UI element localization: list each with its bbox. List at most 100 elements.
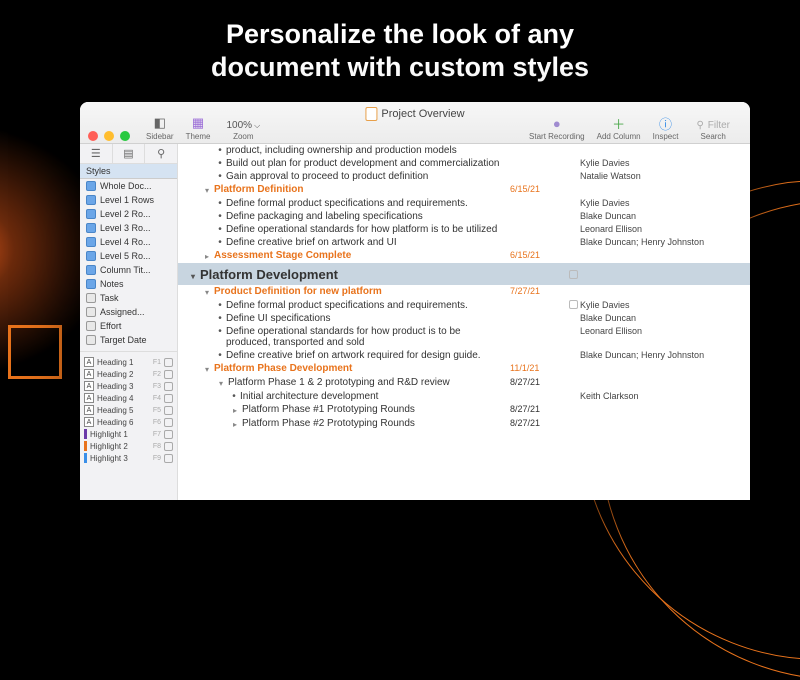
- disclosure-triangle[interactable]: [200, 363, 214, 375]
- heading-style[interactable]: AHeading 3F3: [80, 380, 177, 392]
- outline-row[interactable]: Define formal product specifications and…: [178, 197, 750, 210]
- style-level-item[interactable]: Whole Doc...: [80, 179, 177, 193]
- heading-style[interactable]: AHeading 6F6: [80, 416, 177, 428]
- outline-row[interactable]: Assessment Stage Complete6/15/21: [178, 249, 750, 263]
- row-text: Gain approval to proceed to product defi…: [226, 171, 510, 182]
- outline-row[interactable]: Define creative brief on artwork and UI B…: [178, 236, 750, 249]
- row-text: Build out plan for product development a…: [226, 158, 510, 169]
- search-field[interactable]: ⚲Filter Search: [684, 120, 742, 141]
- style-level-item[interactable]: Level 2 Ro...: [80, 207, 177, 221]
- disclosure-triangle[interactable]: [200, 286, 214, 298]
- bullet: [214, 224, 226, 235]
- outline-row[interactable]: Platform Phase 1 & 2 prototyping and R&D…: [178, 376, 750, 390]
- row-assignee: Blake Duncan; Henry Johnston: [580, 350, 750, 360]
- row-text: Platform Definition: [214, 184, 510, 195]
- theme-icon: ▦: [189, 115, 207, 131]
- outline-content[interactable]: product, including ownership and product…: [178, 144, 750, 500]
- style-column-item[interactable]: Assigned...: [80, 305, 177, 319]
- theme-button[interactable]: ▦ Theme: [180, 115, 217, 141]
- sidebar-tab-outline[interactable]: ☰: [80, 144, 113, 163]
- row-assignee: Kylie Davies: [580, 300, 750, 310]
- sidebar-tab-search[interactable]: ⚲: [145, 144, 177, 163]
- outline-row[interactable]: Define operational standards for how pla…: [178, 223, 750, 236]
- bullet: [214, 211, 226, 222]
- disclosure-triangle[interactable]: [214, 377, 228, 389]
- outline-row[interactable]: Platform Phase #2 Prototyping Rounds8/27…: [178, 417, 750, 431]
- minimize-button[interactable]: [104, 131, 114, 141]
- style-level-item[interactable]: Column Tit...: [80, 263, 177, 277]
- row-text: Define operational standards for how pro…: [226, 326, 510, 348]
- row-assignee: Leonard Ellison: [580, 224, 750, 234]
- sidebar-toggle[interactable]: ◧ Sidebar: [140, 115, 180, 141]
- close-button[interactable]: [88, 131, 98, 141]
- outline-row[interactable]: Define operational standards for how pro…: [178, 325, 750, 349]
- outline-row[interactable]: Define UI specifications Blake Duncan: [178, 312, 750, 325]
- row-text: Assessment Stage Complete: [214, 250, 510, 261]
- disclosure-triangle[interactable]: [200, 184, 214, 196]
- row-text: Define UI specifications: [226, 313, 510, 324]
- outline-row[interactable]: Define creative brief on artwork require…: [178, 349, 750, 362]
- row-assignee: Keith Clarkson: [580, 391, 750, 401]
- heading-style[interactable]: AHeading 5F5: [80, 404, 177, 416]
- row-assignee: Blake Duncan: [580, 211, 750, 221]
- style-column-item[interactable]: Task: [80, 291, 177, 305]
- sidebar-tab-styles[interactable]: ▤: [113, 144, 146, 163]
- bullet: [214, 198, 226, 209]
- row-text: Define creative brief on artwork and UI: [226, 237, 510, 248]
- disclosure-triangle[interactable]: [228, 404, 242, 416]
- outline-row[interactable]: Gain approval to proceed to product defi…: [178, 170, 750, 183]
- style-level-item[interactable]: Level 4 Ro...: [80, 235, 177, 249]
- disclosure-triangle[interactable]: [228, 418, 242, 430]
- bullet: [214, 145, 226, 156]
- style-column-item[interactable]: Notes: [80, 277, 177, 291]
- start-recording-button[interactable]: ● Start Recording: [523, 115, 591, 141]
- highlight-style[interactable]: Highlight 3F9: [80, 452, 177, 464]
- outline-row[interactable]: Define formal product specifications and…: [178, 299, 750, 312]
- bullet: [228, 391, 240, 402]
- heading-style[interactable]: AHeading 1F1: [80, 356, 177, 368]
- outline-row[interactable]: Platform Phase Development11/1/21: [178, 362, 750, 376]
- disclosure-triangle[interactable]: [186, 266, 200, 282]
- column-swatch: [86, 335, 96, 345]
- row-date: 8/27/21: [510, 377, 566, 387]
- row-text: Product Definition for new platform: [214, 286, 510, 297]
- highlight-style[interactable]: Highlight 1F7: [80, 428, 177, 440]
- titlebar: ◧ Sidebar ▦ Theme 100% Zoom ● Start Reco…: [80, 102, 750, 144]
- disclosure-triangle[interactable]: [200, 250, 214, 262]
- row-date: 7/27/21: [510, 286, 566, 296]
- maximize-button[interactable]: [120, 131, 130, 141]
- row-text: product, including ownership and product…: [226, 145, 510, 156]
- row-text: Platform Phase Development: [214, 363, 510, 374]
- add-column-button[interactable]: ＋ Add Column: [591, 115, 647, 141]
- highlight-style[interactable]: Highlight 2F8: [80, 440, 177, 452]
- row-assignee: Blake Duncan; Henry Johnston: [580, 237, 750, 247]
- row-text: Define formal product specifications and…: [226, 198, 510, 209]
- style-level-item[interactable]: Level 1 Rows: [80, 193, 177, 207]
- outline-row[interactable]: Define packaging and labeling specificat…: [178, 210, 750, 223]
- inspect-button[interactable]: ⓘ Inspect: [647, 115, 685, 141]
- window-title: Project Overview: [365, 107, 464, 121]
- outline-row[interactable]: Product Definition for new platform7/27/…: [178, 285, 750, 299]
- outline-row[interactable]: Platform Definition6/15/21: [178, 183, 750, 197]
- row-date: 6/15/21: [510, 184, 566, 194]
- section-header[interactable]: Platform Development: [178, 263, 750, 285]
- zoom-control[interactable]: 100% Zoom: [216, 120, 270, 141]
- outline-row[interactable]: Initial architecture development Keith Cl…: [178, 390, 750, 403]
- document-icon: [365, 107, 377, 121]
- outline-row[interactable]: product, including ownership and product…: [178, 144, 750, 157]
- row-assignee: Blake Duncan: [580, 313, 750, 323]
- style-level-item[interactable]: Level 5 Ro...: [80, 249, 177, 263]
- outline-row[interactable]: Platform Phase #1 Prototyping Rounds8/27…: [178, 403, 750, 417]
- style-level-item[interactable]: Level 3 Ro...: [80, 221, 177, 235]
- row-date: 6/15/21: [510, 250, 566, 260]
- heading-style[interactable]: AHeading 4F4: [80, 392, 177, 404]
- heading-style[interactable]: AHeading 2F2: [80, 368, 177, 380]
- checkbox[interactable]: [569, 300, 578, 309]
- marketing-headline: Personalize the look of any document wit…: [0, 18, 800, 84]
- style-column-item[interactable]: Target Date: [80, 333, 177, 347]
- bullet: [214, 171, 226, 182]
- style-column-item[interactable]: Effort: [80, 319, 177, 333]
- row-date: 8/27/21: [510, 404, 566, 414]
- row-text: Initial architecture development: [240, 391, 510, 402]
- outline-row[interactable]: Build out plan for product development a…: [178, 157, 750, 170]
